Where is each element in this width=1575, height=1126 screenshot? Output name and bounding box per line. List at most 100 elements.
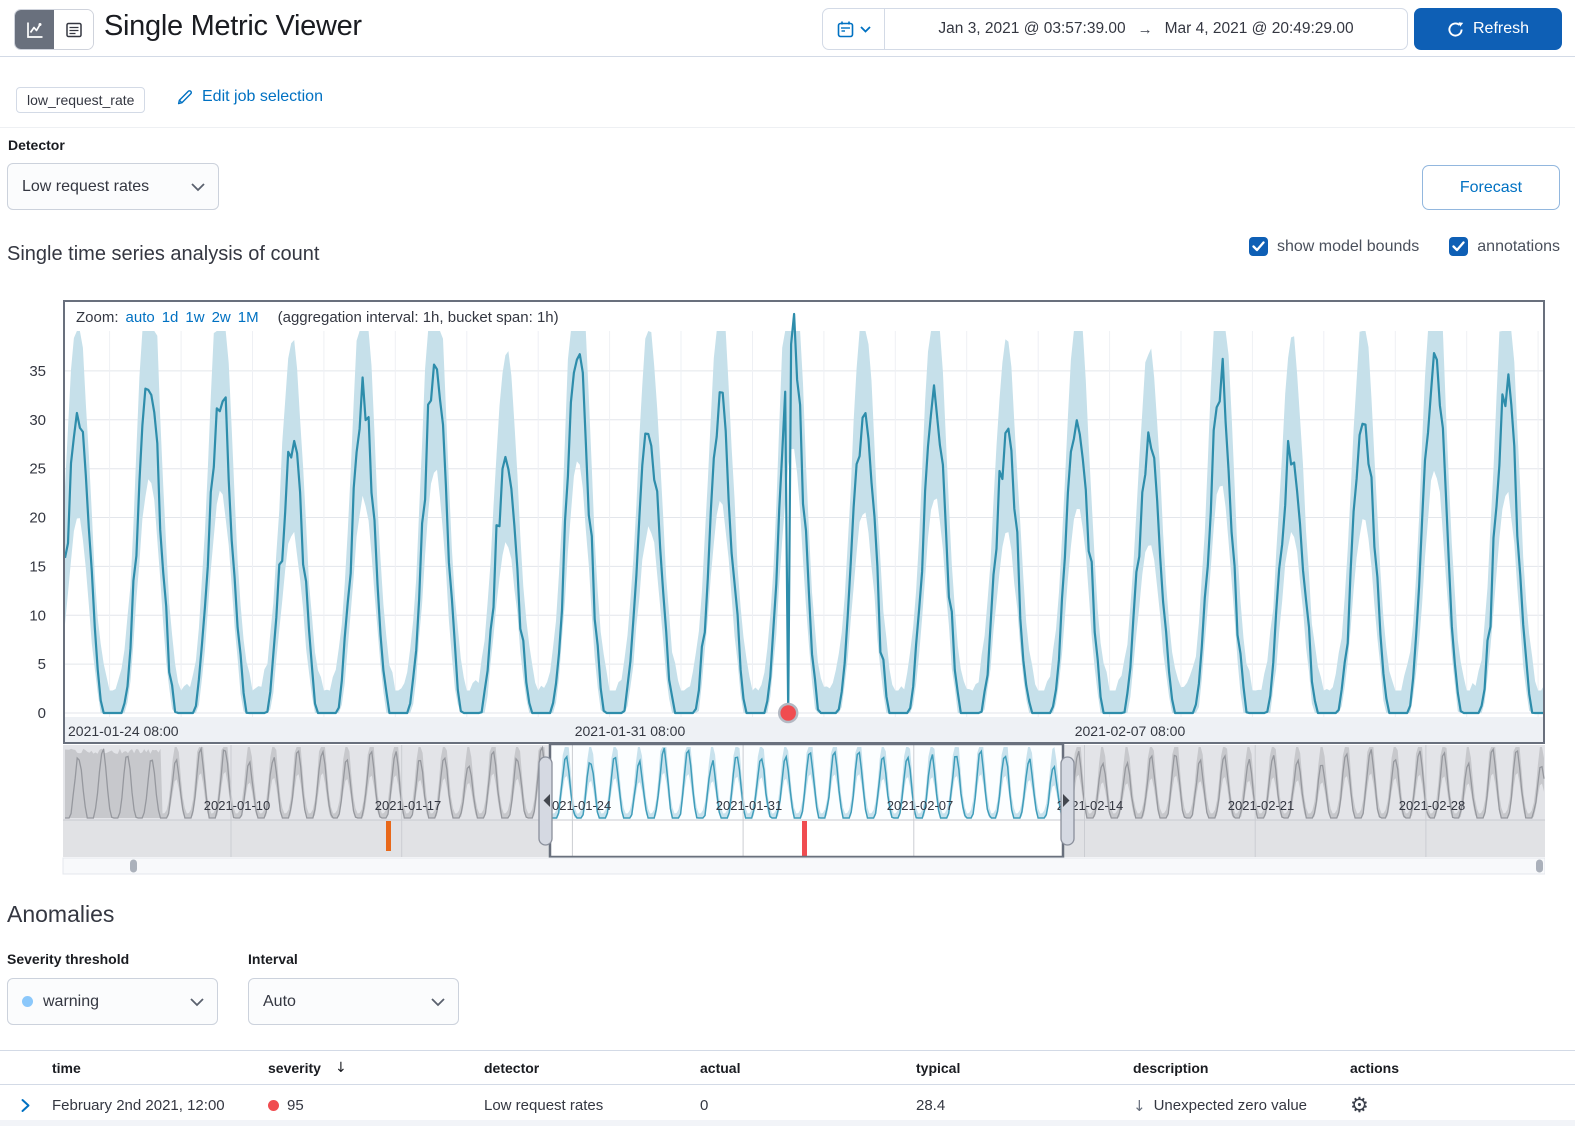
time-range-start[interactable]: Jan 3, 2021 @ 03:57:39.00 (938, 20, 1125, 38)
column-header-label: actions (1350, 1060, 1399, 1076)
y-axis-label: 15 (29, 558, 46, 575)
table-view-button[interactable] (54, 10, 93, 49)
zoom-link-2w[interactable]: 2w (212, 309, 231, 326)
zoom-link-auto[interactable]: auto (126, 309, 155, 326)
zoom-link-1w[interactable]: 1w (185, 309, 204, 326)
time-range-display[interactable]: Jan 3, 2021 @ 03:57:39.00 → Mar 4, 2021 … (885, 9, 1407, 49)
chevron-down-icon (190, 998, 204, 1007)
checkbox-annotations[interactable]: annotations (1449, 237, 1560, 256)
aggregation-note: (aggregation interval: 1h, bucket span: … (278, 309, 559, 326)
annotation-strip (63, 858, 1545, 874)
quick-select-button[interactable] (823, 9, 885, 49)
column-header-actual: actual (700, 1060, 916, 1076)
column-header-label: time (52, 1060, 81, 1076)
context-axis-label: 2021-02-28 (1399, 798, 1466, 813)
severity-threshold-select[interactable]: warning (7, 978, 218, 1025)
zoom-bar: Zoom:auto1d1w2w1M(aggregation interval: … (65, 302, 559, 332)
column-header-label: severity (268, 1060, 321, 1076)
refresh-icon (1447, 21, 1464, 38)
context-axis-label: 2021-01-31 (716, 798, 783, 813)
section-divider (0, 127, 1575, 128)
chevron-down-icon (860, 26, 871, 33)
context-axis-label: 2021-02-07 (887, 798, 954, 813)
column-header-detector: detector (484, 1060, 700, 1076)
data-table-icon (63, 19, 85, 41)
gear-icon[interactable]: ⚙ (1350, 1095, 1369, 1116)
severity-score: 95 (287, 1097, 304, 1114)
page-title: Single Metric Viewer (104, 10, 362, 43)
x-axis-strip (65, 717, 1543, 742)
checkbox-show-model-bounds[interactable]: show model bounds (1249, 237, 1419, 256)
column-header-actions: actions (1350, 1060, 1575, 1076)
checkbox-checked-icon[interactable] (1449, 237, 1468, 256)
column-header-description: description (1133, 1060, 1350, 1076)
y-axis-label: 0 (38, 705, 46, 722)
cell-actual: 0 (700, 1097, 916, 1114)
checkbox-label: show model bounds (1277, 238, 1419, 256)
y-axis-label: 30 (29, 412, 46, 429)
detector-label: Detector (8, 137, 65, 153)
next-row-stripe (0, 1120, 1575, 1126)
column-header-time: time (52, 1060, 268, 1076)
x-axis-label: 2021-01-24 08:00 (68, 723, 179, 739)
anomalies-heading: Anomalies (7, 901, 114, 928)
detector-select[interactable]: Low request rates (7, 163, 219, 210)
time-series-chart[interactable]: 2021-01-24 08:00 2021-01-31 08:00 2021-02-… (0, 300, 1545, 876)
annotation-marker (130, 860, 137, 873)
arrow-right-icon: → (1138, 21, 1153, 38)
swimlane-marker-critical (802, 821, 807, 856)
cell-time: February 2nd 2021, 12:00 (52, 1097, 268, 1114)
cell-description: ↓ Unexpected zero value (1133, 1097, 1350, 1115)
page-header: Single Metric Viewer Jan 3, 2021 @ 03:57… (0, 0, 1575, 57)
cell-typical: 28.4 (916, 1097, 1133, 1114)
annotation-marker (1536, 860, 1543, 873)
context-axis-label: 2021-01-17 (375, 798, 442, 813)
x-axis-label: 2021-01-31 08:00 (575, 723, 686, 739)
checkbox-label: annotations (1477, 238, 1560, 256)
chevron-down-icon (431, 998, 445, 1007)
y-axis-label: 10 (29, 607, 46, 624)
severity-threshold-label: Severity threshold (7, 951, 129, 967)
time-range-end[interactable]: Mar 4, 2021 @ 20:49:29.00 (1165, 20, 1354, 38)
chart-view-button[interactable] (15, 10, 54, 49)
context-axis-label: 2021-01-10 (204, 798, 271, 813)
context-axis-label: 2021-02-21 (1228, 798, 1295, 813)
description-text: Unexpected zero value (1154, 1097, 1307, 1114)
chevron-down-icon (191, 183, 205, 192)
column-header-label: detector (484, 1060, 539, 1076)
refresh-label: Refresh (1473, 20, 1529, 38)
column-header-severity[interactable]: severity ↓ (268, 1060, 484, 1076)
zoom-link-1d[interactable]: 1d (162, 309, 179, 326)
zoom-link-1M[interactable]: 1M (238, 309, 259, 326)
expand-row-button[interactable] (16, 1096, 52, 1115)
warning-severity-dot (22, 996, 33, 1007)
time-range-picker: Jan 3, 2021 @ 03:57:39.00 → Mar 4, 2021 … (822, 8, 1408, 50)
cell-actions: ⚙ (1350, 1095, 1575, 1116)
anomaly-marker-critical[interactable] (779, 704, 797, 722)
edit-job-selection-link[interactable]: Edit job selection (176, 88, 323, 106)
column-header-label: description (1133, 1060, 1208, 1076)
arrow-down-icon: ↓ (1133, 1097, 1146, 1115)
anomalies-table: time severity ↓ detector actual typicaldescri… (0, 1050, 1575, 1126)
sort-descending-icon: ↓ (335, 1060, 347, 1076)
chart-options: show model bounds annotations (1249, 237, 1560, 256)
cell-detector: Low request rates (484, 1097, 700, 1114)
interval-select[interactable]: Auto (248, 978, 459, 1025)
column-header-typical: typical (916, 1060, 1133, 1076)
calendar-icon (836, 20, 855, 39)
anomalies-table-header: time severity ↓ detector actual typicaldescri… (0, 1050, 1575, 1085)
checkbox-checked-icon[interactable] (1249, 237, 1268, 256)
y-axis-label: 5 (38, 656, 46, 673)
interval-label: Interval (248, 951, 298, 967)
forecast-button[interactable]: Forecast (1422, 165, 1560, 210)
swimlane-marker-major (386, 821, 391, 851)
pencil-icon (176, 88, 194, 106)
y-axis-label: 20 (29, 510, 46, 527)
refresh-button[interactable]: Refresh (1414, 8, 1562, 50)
series-section-title: Single time series analysis of count (7, 243, 319, 266)
line-chart-icon (24, 19, 46, 41)
view-toggle-group (14, 9, 94, 50)
column-header-label: actual (700, 1060, 740, 1076)
x-axis-label: 2021-02-07 08:00 (1075, 723, 1186, 739)
y-axis-label: 25 (29, 461, 46, 478)
